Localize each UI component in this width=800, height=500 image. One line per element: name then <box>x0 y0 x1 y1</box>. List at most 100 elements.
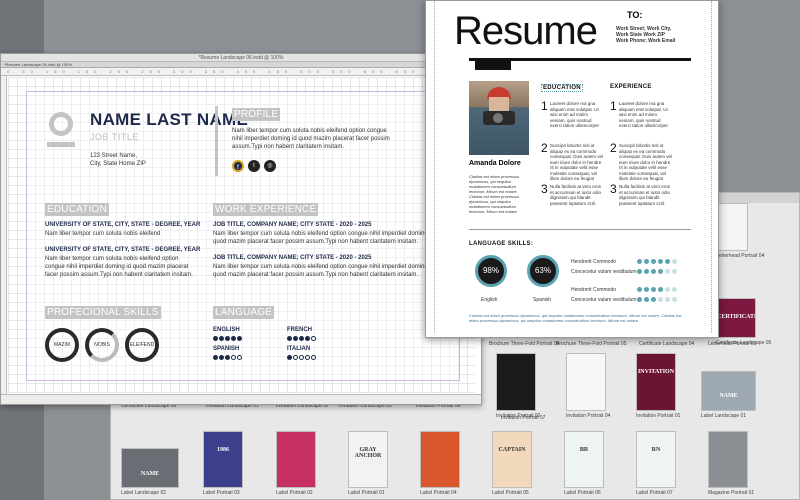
skill-bar-dots <box>637 287 677 292</box>
skill-level-dot <box>637 297 642 302</box>
instagram-icon[interactable]: ◎ <box>264 160 276 172</box>
thumbnail-caption[interactable]: Brochure Three-Fold Portrait 04 <box>489 341 560 347</box>
thumbnail-caption[interactable]: Magazine Portrait 01 <box>708 490 754 496</box>
experience-item-text: Nulla facilisis at vero eros et accumsan… <box>619 184 671 206</box>
document-window-landscape[interactable]: *Resume Landscape 06.indd @ 100% *Resume… <box>0 53 482 405</box>
lang-english-dots <box>213 336 242 341</box>
resume-title: Resume <box>454 9 598 53</box>
thumbnail-caption[interactable]: Invitation Portrait 01 <box>636 413 680 419</box>
language-level-dot <box>293 355 298 360</box>
lang-french-dots <box>287 336 316 341</box>
thumbnail-caption[interactable]: Label Portrait 03 <box>203 490 240 496</box>
experience-item-number: 2 <box>610 141 617 155</box>
twitter-icon[interactable]: ● <box>486 69 490 75</box>
skill-bar-label: Concecetur vulam vestibulum <box>571 297 637 303</box>
template-thumbnail[interactable]: 1986 <box>203 431 243 488</box>
english-ring: 98% <box>475 255 507 287</box>
template-thumbnail[interactable]: CAPTAIN <box>492 431 532 488</box>
template-thumbnail[interactable]: CERTIFICATE <box>716 298 756 338</box>
skill-level-dot <box>644 297 649 302</box>
profile-heading: PROFILE <box>232 108 281 121</box>
thumbnail-text: CERTIFICATE <box>717 314 756 321</box>
skill-level-dot <box>644 287 649 292</box>
window-titlebar[interactable]: *Resume Landscape 06.indd @ 100% <box>1 54 481 62</box>
language-level-dot <box>311 355 316 360</box>
language-level-dot <box>287 336 292 341</box>
template-thumbnail[interactable]: GRAY ANCHOR <box>348 431 388 488</box>
edu2-text: Nam liber tempor cum soluta nobis eleife… <box>45 256 193 278</box>
thumbnail-caption[interactable]: Label Portrait 01 <box>348 490 385 496</box>
language-level-dot <box>225 336 230 341</box>
language-level-dot <box>305 336 310 341</box>
instagram-icon[interactable]: ● <box>494 69 498 75</box>
spanish-ring: 63% <box>527 255 559 287</box>
window-title: *Resume Landscape 06.indd @ 100% <box>198 55 284 61</box>
thumbnail-caption[interactable]: Invitation Portrait 07 <box>501 415 545 421</box>
thumbnail-caption[interactable]: Letterhead Portrait 03 <box>708 341 756 347</box>
thumbnail-text: NAME <box>719 393 738 400</box>
vertical-ruler[interactable] <box>1 76 7 394</box>
skill-level-dot <box>637 269 642 274</box>
horizontal-ruler[interactable]: 0 50 100 150 200 250 300 350 400 450 500… <box>1 68 481 76</box>
thumbnail-text: 1986 <box>217 447 229 454</box>
twitter-icon[interactable]: t <box>248 160 260 172</box>
skill-ring-2: NOBIS <box>85 328 119 362</box>
resume-page[interactable]: NAME LAST NAME JOB TITLE 123 Street Name… <box>26 91 460 381</box>
language-level-dot <box>299 336 304 341</box>
work2-title: JOB TITLE, COMPANY NAME; CITY STATE - 20… <box>213 255 372 261</box>
profile-photo <box>469 81 529 155</box>
vertical-divider <box>215 106 218 176</box>
skill-level-dot <box>658 287 663 292</box>
lang-spanish-dots <box>213 355 242 360</box>
thumbnail-caption[interactable]: Invitation Portrait 04 <box>566 413 610 419</box>
footer-text: Claritas est etiam processus dynamicus, … <box>469 313 682 323</box>
skill-level-dot <box>658 269 663 274</box>
template-thumbnail[interactable] <box>276 431 316 488</box>
skill-bar-label: Hendrerit Commodo <box>571 287 617 293</box>
thumbnail-caption[interactable]: Certificate Landscape 04 <box>639 341 694 347</box>
address-line-2: City, State Home ZIP <box>90 161 146 167</box>
template-thumbnail[interactable]: RN <box>636 431 676 488</box>
thumbnail-caption[interactable]: Brochure Three-Fold Portrait 05 <box>556 341 627 347</box>
thumbnail-caption[interactable]: Label Portrait 06 <box>564 490 601 496</box>
skill-level-dot <box>672 297 677 302</box>
to-line-3: Work Phone; Work Email <box>616 38 676 44</box>
template-thumbnail[interactable]: INVITATION <box>636 353 676 411</box>
facebook-icon[interactable]: ● <box>478 69 482 75</box>
thumbnail-caption[interactable]: Label Landscape 02 <box>121 490 166 496</box>
lang-spanish-label: SPANISH <box>213 346 240 352</box>
skill-level-dot <box>651 259 656 264</box>
work2-text: Nam liber tempor cum soluta nobis eleife… <box>213 264 435 278</box>
language-level-dot <box>305 355 310 360</box>
work1-title: JOB TITLE, COMPANY NAME; CITY STATE - 20… <box>213 222 372 228</box>
avatar-placeholder-icon <box>47 112 75 150</box>
thumbnail-caption[interactable]: Label Portrait 04 <box>420 490 457 496</box>
thumbnail-caption[interactable]: Letterhead Portrait 04 <box>716 253 764 259</box>
thumbnail-caption[interactable]: Label Portrait 07 <box>636 490 673 496</box>
social-bar: ● ● ● <box>475 60 511 75</box>
language-skills-heading: LANGUAGE SKILLS: <box>469 241 534 247</box>
education-item-number: 1 <box>541 99 548 113</box>
thumbnail-caption[interactable]: Label Portrait 05 <box>492 490 529 496</box>
status-bar <box>1 394 481 404</box>
spanish-label: Spanish <box>533 297 552 303</box>
facebook-icon[interactable]: f <box>232 160 244 172</box>
thumbnail-caption[interactable]: Label Portrait 02 <box>276 490 313 496</box>
skill-level-dot <box>665 259 670 264</box>
template-thumbnail[interactable] <box>420 431 460 488</box>
template-thumbnail[interactable]: BR <box>564 431 604 488</box>
template-thumbnail[interactable]: NAME <box>121 448 179 488</box>
document-window-portrait[interactable]: Resume TO: Work Street; Work City, Work … <box>425 0 719 338</box>
resume-portrait-page[interactable]: Resume TO: Work Street; Work City, Work … <box>434 1 712 333</box>
template-thumbnail[interactable] <box>496 353 536 411</box>
language-level-dot <box>219 355 224 360</box>
layout-canvas[interactable]: NAME LAST NAME JOB TITLE 123 Street Name… <box>8 77 475 394</box>
template-thumbnail[interactable] <box>716 203 748 251</box>
template-thumbnail[interactable] <box>708 431 748 488</box>
skill-level-dot <box>672 269 677 274</box>
template-thumbnail[interactable] <box>566 353 606 411</box>
skill-bar-dots <box>637 297 677 302</box>
thumbnail-caption[interactable]: Label Landscape 01 <box>701 413 746 419</box>
template-thumbnail[interactable]: NAME <box>701 371 756 411</box>
skill-level-dot <box>672 287 677 292</box>
